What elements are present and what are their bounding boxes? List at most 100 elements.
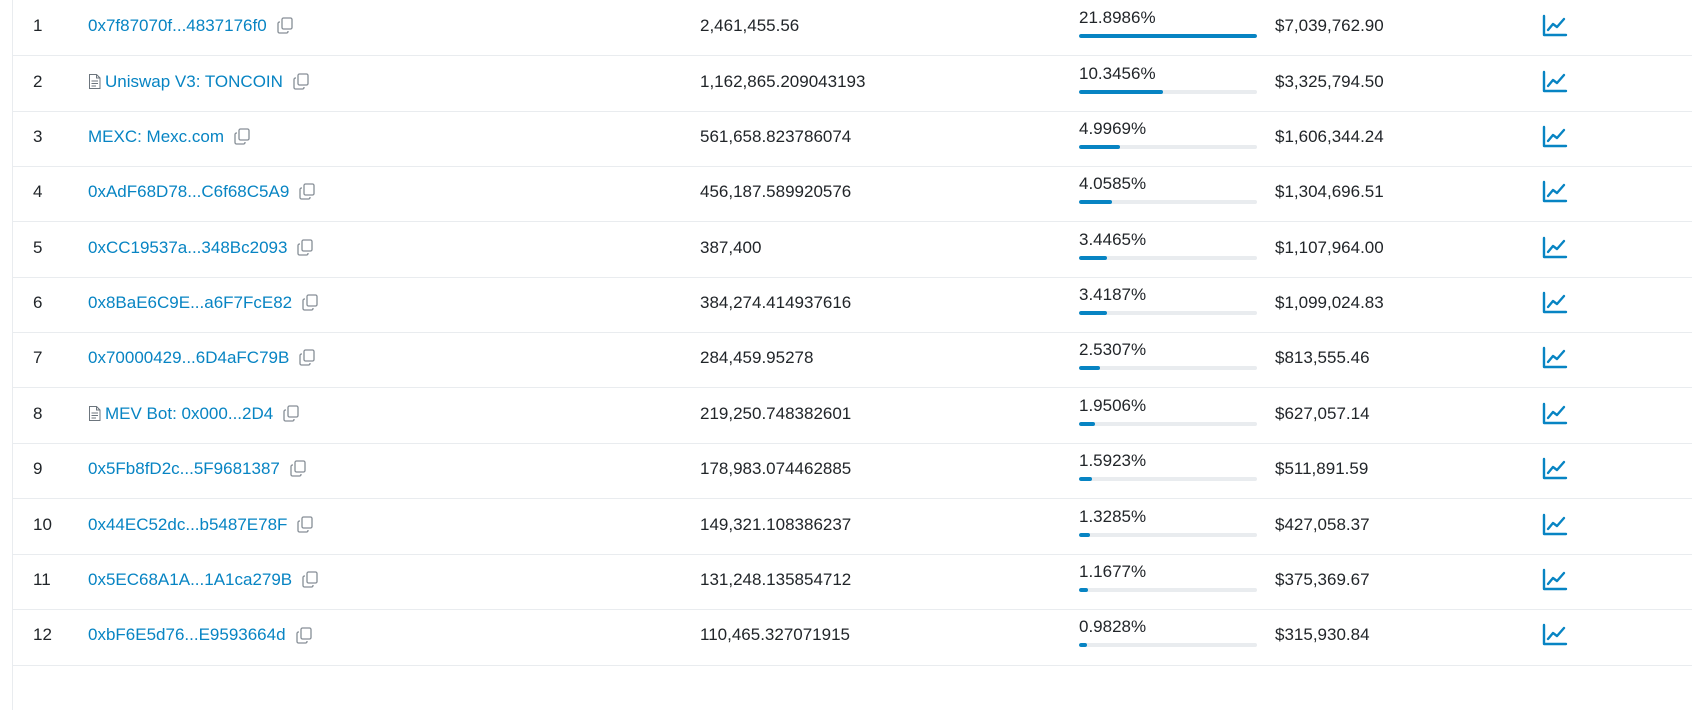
address-link[interactable]: 0x5EC68A1A...1A1ca279B [88,570,318,590]
percentage-cell: 4.9969% [1079,119,1257,149]
address-text: 0xCC19537a...348Bc2093 [88,237,288,257]
percentage-progress-fill [1079,200,1112,204]
address-text: MEV Bot: 0x000...2D4 [105,403,274,423]
quantity-cell: 110,465.327071915 [700,625,851,644]
rank-cell: 3 [33,126,43,146]
table-row: 10 0x44EC52dc...b5487E78F 149,321.108386… [13,495,1692,555]
address-text: Uniswap V3: TONCOIN [105,71,283,91]
quantity-cell: 219,250.748382601 [700,403,852,423]
percentage-progress-bar [1079,311,1257,315]
copy-icon[interactable] [295,626,312,644]
quantity-cell: 561,658.823786074 [700,126,852,146]
address-link[interactable]: 0x70000429...6D4aFC79B [88,348,315,368]
address-text: 0x5Fb8fD2c...5F9681387 [88,458,280,478]
percentage-cell: 10.3456% [1079,64,1257,94]
value-cell: $3,325,794.50 [1275,71,1384,91]
percentage-progress-bar [1079,643,1257,647]
quantity-cell: 2,461,455.56 [700,15,800,35]
percentage-progress-bar [1079,366,1257,370]
percentage-progress-bar [1079,422,1257,426]
percentage-cell: 2.5307% [1079,340,1257,370]
value-cell: $1,304,696.51 [1275,181,1384,201]
copy-icon[interactable] [283,405,299,422]
address-link[interactable]: Uniswap V3: TONCOIN [88,72,309,92]
copy-icon[interactable] [290,460,306,477]
document-icon [89,74,101,89]
address-link[interactable]: 0x5Fb8fD2c...5F9681387 [88,459,306,479]
address-link[interactable]: 0xAdF68D78...C6f68C5A9 [88,182,315,202]
chart-line-icon[interactable] [1542,70,1568,94]
copy-icon[interactable] [299,349,315,366]
table-row: 6 0x8BaE6C9E...a6F7FcE82 384,274.4149376… [13,273,1692,333]
value-cell: $627,057.14 [1275,403,1370,423]
rank-cell: 10 [33,514,52,534]
percentage-progress-bar [1079,90,1257,94]
value-cell: $813,555.46 [1275,347,1370,367]
address-text: 0xbF6E5d76...E9593664d [88,625,286,644]
table-row: 8 MEV Bot: 0x000...2D4 219,250.748382601… [13,384,1692,444]
rank-cell: 9 [33,458,43,478]
address-text: 0x8BaE6C9E...a6F7FcE82 [88,292,293,312]
percentage-progress-fill [1079,477,1092,481]
chart-line-icon[interactable] [1542,568,1568,592]
percentage-text: 1.1677% [1079,562,1147,581]
address-text: 0x7f87070f...4837176f0 [88,15,267,35]
chart-line-icon[interactable] [1542,236,1568,260]
address-link[interactable]: MEV Bot: 0x000...2D4 [88,404,299,424]
address-text: 0x70000429...6D4aFC79B [88,347,290,367]
address-link[interactable]: 0xCC19537a...348Bc2093 [88,237,314,258]
address-link[interactable]: 0xbF6E5d76...E9593664d [88,625,312,645]
chart-line-icon[interactable] [1542,14,1568,38]
chart-line-icon[interactable] [1542,623,1568,647]
address-link[interactable]: 0x7f87070f...4837176f0 [88,16,293,36]
percentage-progress-bar [1079,533,1257,537]
percentage-progress-bar [1079,145,1257,149]
copy-icon[interactable] [277,17,293,34]
chart-line-icon[interactable] [1542,125,1568,149]
value-cell: $427,058.37 [1275,514,1370,534]
percentage-cell: 3.4465% [1079,230,1257,260]
quantity-cell: 131,248.135854712 [700,569,852,589]
address-link[interactable]: 0x8BaE6C9E...a6F7FcE82 [88,293,318,313]
table-row: 5 0xCC19537a...348Bc2093 387,400 3.4465%… [13,218,1692,278]
rank-cell: 6 [33,292,43,312]
chart-line-icon[interactable] [1542,291,1568,315]
percentage-text: 0.9828% [1079,617,1147,636]
chart-line-icon[interactable] [1542,457,1568,481]
rank-cell: 4 [33,181,43,201]
percentage-text: 4.9969% [1079,119,1147,138]
address-link[interactable]: MEXC: Mexc.com [88,127,250,147]
address-text: 0x5EC68A1A...1A1ca279B [88,569,293,589]
chart-line-icon[interactable] [1542,513,1568,537]
percentage-progress-fill [1079,643,1087,647]
table-row: 12 0xbF6E5d76...E9593664d 110,465.327071… [13,605,1692,666]
percentage-cell: 1.9506% [1079,396,1257,426]
percentage-text: 3.4465% [1079,230,1147,249]
copy-icon[interactable] [302,571,318,588]
copy-icon[interactable] [293,73,309,90]
percentage-text: 1.5923% [1079,451,1147,470]
quantity-cell: 178,983.074462885 [700,458,852,478]
chart-line-icon[interactable] [1542,402,1568,426]
copy-icon[interactable] [299,183,315,200]
quantity-cell: 387,400 [700,237,762,257]
copy-icon[interactable] [234,128,250,145]
percentage-text: 1.9506% [1079,396,1147,415]
value-cell: $375,369.67 [1275,569,1370,589]
chart-line-icon[interactable] [1542,346,1568,370]
copy-icon[interactable] [302,294,318,311]
percentage-text: 3.4187% [1079,285,1147,304]
value-cell: $1,107,964.00 [1275,237,1384,257]
table-row: 4 0xAdF68D78...C6f68C5A9 456,187.5899205… [13,162,1692,222]
rank-cell: 7 [33,347,43,367]
quantity-cell: 384,274.414937616 [700,292,852,312]
value-cell: $511,891.59 [1275,458,1369,478]
copy-icon[interactable] [297,239,314,256]
address-text: MEXC: Mexc.com [88,126,225,146]
value-cell: $315,930.84 [1275,625,1370,644]
address-link[interactable]: 0x44EC52dc...b5487E78F [88,515,314,535]
chart-line-icon[interactable] [1542,180,1568,204]
percentage-progress-bar [1079,256,1257,260]
quantity-cell: 149,321.108386237 [700,514,852,534]
copy-icon[interactable] [297,516,314,533]
